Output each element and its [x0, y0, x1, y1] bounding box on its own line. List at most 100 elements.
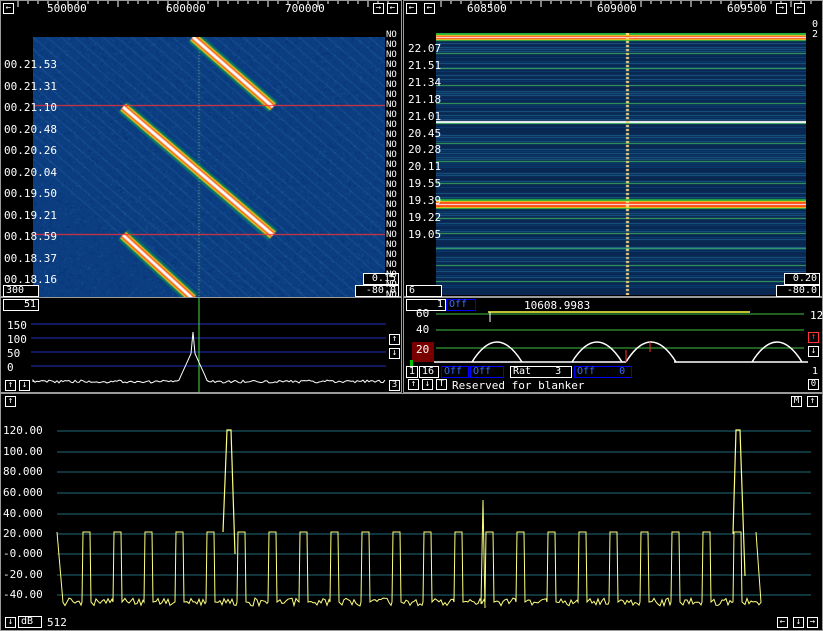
baseband-off3-label: Off [577, 366, 595, 377]
spectrum-down-icon[interactable]: ↓ [389, 348, 400, 359]
baseband-filter-curve [572, 342, 622, 362]
right-scroll-right-icon[interactable]: → [776, 3, 787, 14]
right-jump-right-icon[interactable]: ← [794, 3, 805, 14]
highres-y-label: -20.00 [3, 569, 43, 580]
baseband-filter-curve [752, 342, 802, 362]
left-spectrum-plot[interactable] [1, 298, 401, 392]
left-time-label: 00.20.04 [4, 167, 57, 178]
right-time-label: 20.45 [408, 128, 441, 139]
left-freq-tick-label: 600000 [166, 3, 206, 14]
highres-y-label: 40.000 [3, 508, 43, 519]
no-label: NO [386, 281, 397, 290]
highres-y-label: -40.00 [3, 589, 43, 600]
right-waterfall-image[interactable] [436, 33, 806, 295]
left-waterfall-panel: ← 500000 600000 700000 → ← 0.15 -80.0 30… [0, 0, 402, 297]
baseband-bottom-down-icon[interactable]: ↓ [422, 379, 433, 390]
spectrum-y-label: 50 [7, 348, 20, 359]
right-time-label: 19.39 [408, 195, 441, 206]
baseband-off2-button[interactable]: Off [470, 366, 504, 378]
right-time-label: 20.28 [408, 144, 441, 155]
no-label: NO [386, 41, 397, 50]
baseband-panel: 1 Off 10608.9983 60 40 20 12 ↑ ↓ 1 1 16 … [403, 297, 823, 393]
right-freq-scale: ← ← 608500 609000 609500 → ← [404, 1, 822, 15]
no-label: NO [386, 221, 397, 230]
no-label: NO [386, 191, 397, 200]
left-time-label: 00.20.26 [4, 145, 57, 156]
left-avg-box[interactable]: 300 [3, 285, 39, 297]
right-corner-top2: 2 [812, 29, 818, 40]
high-res-plot[interactable] [1, 394, 822, 630]
highres-down-icon[interactable]: ↓ [5, 617, 16, 628]
right-time-label: 19.22 [408, 212, 441, 223]
left-time-label: 00.21.31 [4, 81, 57, 92]
spectrum-bottom-up-icon[interactable]: ↑ [5, 380, 16, 391]
no-label: NO [386, 161, 397, 170]
right-avg-box[interactable]: 6 [406, 285, 442, 297]
highres-y-label: 20.000 [3, 528, 43, 539]
no-label: NO [386, 241, 397, 250]
no-label: NO [386, 261, 397, 270]
baseband-bottom-up-icon[interactable]: ↑ [408, 379, 419, 390]
right-time-label: 21.01 [408, 111, 441, 122]
no-label: NO [386, 131, 397, 140]
no-label: NO [386, 51, 397, 60]
left-time-label: 00.19.50 [4, 188, 57, 199]
baseband-bottom-right-box[interactable]: 0 [808, 379, 819, 390]
baseband-row2-box2[interactable]: 16 [419, 366, 439, 378]
baseband-bottom-right-num: 1 [812, 366, 818, 377]
highres-y-label: 60.000 [3, 487, 43, 498]
right-jump-left-icon[interactable]: ← [424, 3, 435, 14]
left-time-label: 00.18.16 [4, 274, 57, 285]
no-label: NO [386, 201, 397, 210]
baseband-down-icon[interactable]: ↓ [808, 346, 819, 357]
right-scroll-left-icon[interactable]: ← [406, 3, 417, 14]
spectrum-y-label: 0 [7, 362, 14, 373]
baseband-status-text: Reserved for blanker [452, 380, 584, 391]
right-zero-box[interactable]: -80.0 [776, 285, 820, 297]
left-time-label: 00.18.37 [4, 253, 57, 264]
right-time-label: 21.51 [408, 60, 441, 71]
right-freq-tick-label: 609000 [597, 3, 637, 14]
highres-left-icon[interactable]: ← [777, 617, 788, 628]
left-scroll-left-icon[interactable]: ← [3, 3, 14, 14]
right-freq-tick-label: 609500 [727, 3, 767, 14]
highres-y-label: 120.00 [3, 425, 43, 436]
baseband-rat-box[interactable]: Rat 3 [510, 366, 572, 378]
spectrum-y-label: 150 [7, 320, 27, 331]
left-spectrum-panel: 51 150 100 50 0 ↑ ↓ ↑ ↓ 3 [0, 297, 402, 393]
spectrum-right-box[interactable]: 3 [389, 380, 400, 391]
no-label: NO [386, 71, 397, 80]
highres-peak-spike [223, 430, 235, 554]
baseband-y-label: 60 [416, 308, 429, 319]
baseband-row2-box1[interactable]: 1 [406, 366, 418, 378]
baseband-off3-button[interactable]: Off 0 [574, 366, 632, 378]
baseband-up-icon[interactable]: ↑ [808, 332, 819, 343]
no-label: NO [386, 121, 397, 130]
highres-y-label: 100.00 [3, 446, 43, 457]
no-label: NO [386, 251, 397, 260]
baseband-y-label: 20 [416, 344, 429, 355]
left-scroll-right-icon[interactable]: → [373, 3, 384, 14]
left-waterfall-image[interactable] [33, 37, 385, 297]
baseband-y-label: 40 [416, 324, 429, 335]
no-label: NO [386, 231, 397, 240]
left-time-label: 00.21.10 [4, 102, 57, 113]
spectrum-bottom-down-icon[interactable]: ↓ [19, 380, 30, 391]
highres-bottom-down-icon[interactable]: ↓ [793, 617, 804, 628]
left-freq-scale: ← 500000 600000 700000 → ← [1, 1, 401, 15]
highres-db-box[interactable]: dB [18, 616, 42, 628]
spectrum-up-icon[interactable]: ↑ [389, 334, 400, 345]
no-label: NO [386, 101, 397, 110]
spectrum-trace [33, 332, 385, 383]
highres-right-icon[interactable]: → [807, 617, 818, 628]
right-time-label: 19.55 [408, 178, 441, 189]
baseband-t-button[interactable]: T [436, 379, 447, 390]
baseband-off1-button[interactable]: Off [441, 366, 469, 378]
right-time-label: 21.34 [408, 77, 441, 88]
right-time-label: 19.05 [408, 229, 441, 240]
no-label: NO [386, 81, 397, 90]
no-label: NO [386, 31, 397, 40]
no-label: NO [386, 171, 397, 180]
right-gain-box[interactable]: 0.20 [784, 273, 820, 285]
left-jump-right-icon[interactable]: ← [387, 3, 398, 14]
